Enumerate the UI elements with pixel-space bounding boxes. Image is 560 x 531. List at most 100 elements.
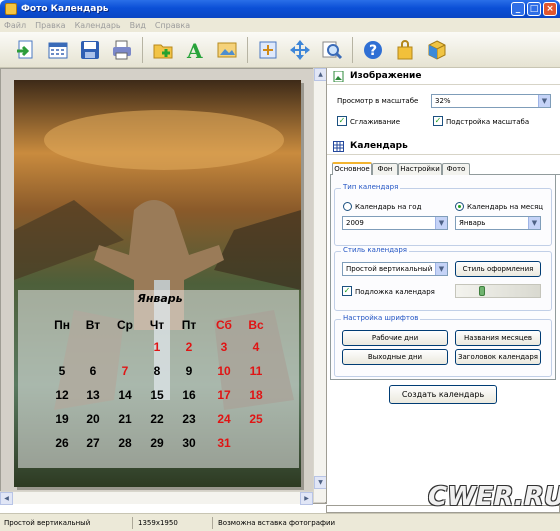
day-cell: 19 (55, 412, 69, 426)
horizontal-scrollbar[interactable]: ◀ ▶ (0, 491, 313, 505)
status-size: 1359x1950 (138, 519, 178, 527)
year-value: 2009 (346, 219, 364, 227)
weekday-header: Пт (181, 318, 197, 332)
day-cell: 9 (185, 364, 193, 378)
window-title: Фото Календарь (21, 4, 109, 14)
day-cell: 10 (217, 364, 231, 378)
image-section-title: Изображение (350, 71, 422, 81)
minimize-button[interactable]: _ (511, 2, 525, 16)
open-icon[interactable] (14, 38, 38, 62)
day-cell: 26 (55, 436, 69, 450)
style-value: Простой вертикальный (346, 265, 433, 273)
opacity-slider[interactable] (455, 284, 541, 298)
image-section-header: Изображение (327, 68, 560, 85)
app-icon (5, 3, 17, 15)
weekday-header: Вс (248, 318, 264, 332)
svg-text:A: A (186, 39, 203, 61)
settings-panel: Изображение Просмотр в масштабе 32% ▼ ✓ С… (326, 68, 560, 504)
radio-month[interactable] (455, 202, 464, 211)
chevron-down-icon[interactable]: ▼ (528, 217, 540, 229)
calendar-icon[interactable] (46, 38, 70, 62)
day-cell: 1 (153, 340, 161, 354)
calendar-tabs: Основное Фон Настройки Фото (330, 162, 560, 176)
underlay-label: Подложка календаря (355, 288, 435, 296)
fonts-group: Настройка шрифтов (334, 314, 552, 377)
menu-edit[interactable]: Правка (35, 21, 65, 30)
day-cell: 6 (89, 364, 97, 378)
tab-main[interactable]: Основное (332, 162, 372, 176)
fonts-title: Настройка шрифтов (341, 314, 421, 322)
day-cell: 21 (118, 412, 132, 426)
tab-background[interactable]: Фон (372, 163, 398, 175)
calendar-section-header: Календарь (327, 138, 560, 155)
vertical-scrollbar[interactable]: ▲ ▼ (313, 68, 327, 502)
save-icon[interactable] (78, 38, 102, 62)
status-bar: Простой вертикальный 1359x1950 Возможна … (0, 513, 560, 531)
calendar-type-title: Тип календаря (341, 183, 401, 191)
calendar-style-group: Стиль календаря (334, 246, 552, 311)
day-cell: 12 (55, 388, 69, 402)
scroll-left-icon[interactable]: ◀ (0, 492, 13, 505)
menu-view[interactable]: Вид (130, 21, 146, 30)
chevron-down-icon[interactable]: ▼ (435, 263, 447, 275)
month-names-button[interactable]: Названия месяцев (455, 330, 541, 346)
year-select[interactable]: 2009 ▼ (342, 216, 448, 230)
zoom-icon[interactable] (320, 38, 344, 62)
menu-bar: Файл Правка Календарь Вид Справка (0, 18, 560, 32)
underlay-checkbox[interactable]: ✓ (342, 286, 352, 296)
image-icon[interactable] (215, 38, 239, 62)
day-cell: 16 (182, 388, 196, 402)
weekday-header: Сб (216, 318, 232, 332)
day-cell: 15 (150, 388, 164, 402)
fit-scale-checkbox[interactable]: ✓ (433, 116, 443, 126)
weekends-button[interactable]: Выходные дни (342, 349, 448, 365)
month-select[interactable]: Январь ▼ (455, 216, 541, 230)
day-cell: 3 (220, 340, 228, 354)
toolbar: A ? (0, 32, 560, 68)
fit-scale-label: Подстройка масштаба (446, 118, 530, 126)
day-cell: 18 (249, 388, 263, 402)
weekday-header: Чт (149, 318, 165, 332)
weekday-header: Пн (54, 318, 70, 332)
slider-thumb[interactable] (479, 286, 486, 296)
shopping-bag-icon[interactable] (393, 38, 417, 62)
weekday-header: Ср (117, 318, 133, 332)
scroll-right-icon[interactable]: ▶ (300, 492, 313, 505)
day-cell: 30 (182, 436, 196, 450)
month-value: Январь (459, 219, 486, 227)
close-button[interactable]: × (543, 2, 557, 16)
menu-calendar[interactable]: Календарь (75, 21, 121, 30)
create-calendar-button[interactable]: Создать календарь (389, 385, 497, 404)
menu-file[interactable]: Файл (4, 21, 26, 30)
tab-photo[interactable]: Фото (442, 163, 470, 175)
day-cell: 29 (150, 436, 164, 450)
tab-settings[interactable]: Настройки (398, 163, 442, 175)
fit-icon[interactable] (256, 38, 280, 62)
menu-help[interactable]: Справка (155, 21, 190, 30)
day-cell: 31 (217, 436, 231, 450)
radio-year[interactable] (343, 202, 352, 211)
day-cell: 22 (150, 412, 164, 426)
move-icon[interactable] (288, 38, 312, 62)
zoom-select[interactable]: 32% ▼ (431, 94, 551, 108)
chevron-down-icon[interactable]: ▼ (538, 95, 550, 107)
help-icon[interactable]: ? (361, 38, 385, 62)
smoothing-checkbox[interactable]: ✓ (337, 116, 347, 126)
weekday-header: Вт (85, 318, 101, 332)
day-cell: 7 (121, 364, 129, 378)
smoothing-label: Сглаживание (350, 118, 401, 126)
day-cell: 5 (58, 364, 66, 378)
header-button[interactable]: Заголовок календаря (455, 349, 541, 365)
maximize-button[interactable]: □ (527, 2, 541, 16)
chevron-down-icon[interactable]: ▼ (435, 217, 447, 229)
text-icon[interactable]: A (183, 38, 207, 62)
box-icon[interactable] (425, 38, 449, 62)
print-icon[interactable] (110, 38, 134, 62)
design-style-button[interactable]: Стиль оформления (455, 261, 541, 277)
zoom-value: 32% (435, 97, 451, 105)
style-select[interactable]: Простой вертикальный ▼ (342, 262, 448, 276)
workdays-button[interactable]: Рабочие дни (342, 330, 448, 346)
radio-month-label: Календарь на месяц (467, 203, 544, 211)
day-cell: 14 (118, 388, 132, 402)
add-photo-icon[interactable] (151, 38, 175, 62)
